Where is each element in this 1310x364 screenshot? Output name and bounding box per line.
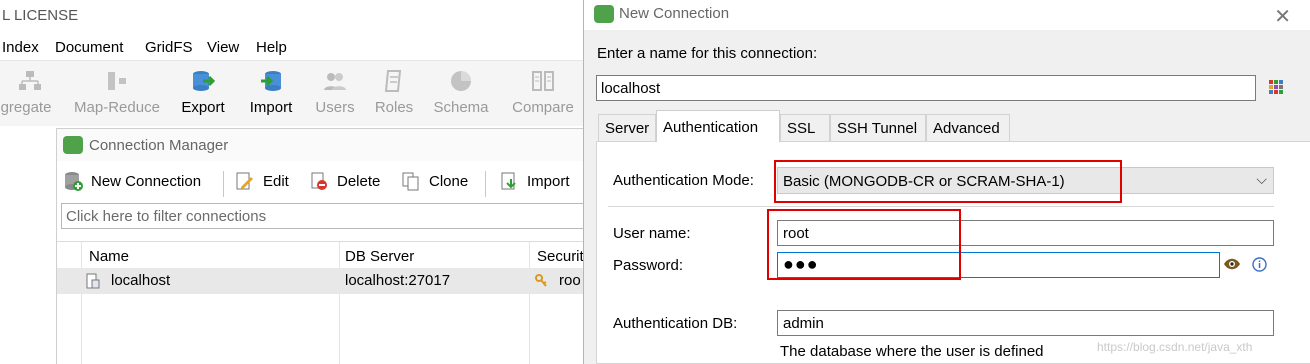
password-label: Password: [613, 257, 684, 274]
users-icon [324, 73, 346, 90]
tab-ssl[interactable]: SSL [780, 114, 830, 141]
pencil-icon [236, 172, 253, 190]
main-window-title: L LICENSE [2, 7, 79, 24]
row-security: roo [559, 272, 581, 289]
color-grid-icon[interactable] [1269, 80, 1283, 94]
auth-db-value: admin [783, 315, 824, 332]
tab-server[interactable]: Server [598, 114, 656, 141]
highlight-auth-mode [774, 160, 1122, 203]
close-icon[interactable]: ✕ [1274, 4, 1291, 29]
key-icon [535, 274, 547, 287]
username-label: User name: [613, 225, 691, 242]
menu-item-index[interactable]: Index [2, 39, 39, 56]
import-icon [501, 172, 516, 190]
aggregate-icon [19, 71, 41, 90]
main-window-titlebar: L LICENSE [0, 0, 590, 34]
connections-table: Name DB Server Securit localhost localho… [57, 241, 591, 364]
main-toolbar: gregate Map-Reduce Export Import Users R… [0, 60, 590, 126]
column-header-db-server[interactable]: DB Server [345, 248, 414, 265]
export-button[interactable]: Export [177, 65, 229, 123]
connection-manager-window: Connection Manager New Connection Edit D… [56, 128, 591, 364]
row-db-server: localhost:27017 [345, 272, 451, 289]
column-divider [81, 242, 82, 364]
filter-connections-input[interactable]: Click here to filter connections [61, 203, 591, 229]
compare-icon [532, 71, 554, 91]
map-reduce-icon [108, 72, 126, 90]
aggregate-button[interactable]: gregate [0, 65, 60, 123]
eye-icon[interactable] [1223, 257, 1241, 271]
chevron-down-icon: ⌵ [1256, 171, 1267, 187]
divider [608, 206, 1274, 207]
toolbar-divider [485, 171, 486, 197]
filter-placeholder: Click here to filter connections [66, 208, 267, 225]
delete-icon [311, 172, 327, 190]
import-icon [261, 71, 281, 91]
users-button[interactable]: Users [312, 65, 358, 123]
auth-db-label: Authentication DB: [613, 315, 738, 332]
column-header-name[interactable]: Name [89, 248, 129, 265]
connection-name-value: localhost [601, 80, 661, 97]
menu-item-document[interactable]: Document [55, 39, 123, 56]
roles-icon [384, 70, 402, 92]
menu-bar: Index Document GridFS View Help [0, 34, 590, 60]
edit-button[interactable]: Edit [235, 169, 297, 195]
new-connection-icon [65, 172, 83, 191]
mongo-leaf-icon [594, 5, 614, 23]
table-row[interactable]: localhost localhost:27017 roo [57, 268, 591, 294]
delete-button[interactable]: Delete [309, 169, 389, 195]
tab-advanced[interactable]: Advanced [926, 114, 1010, 141]
tab-ssh-tunnel[interactable]: SSH Tunnel [830, 114, 926, 141]
menu-item-gridfs[interactable]: GridFS [145, 39, 193, 56]
mongo-leaf-icon [63, 136, 83, 154]
auth-mode-label: Authentication Mode: [613, 172, 754, 189]
import-connection-button[interactable]: Import [499, 169, 579, 195]
dialog-title: New Connection [619, 5, 730, 22]
connection-manager-title: Connection Manager [89, 137, 229, 154]
schema-button[interactable]: Schema [431, 65, 491, 123]
tab-authentication[interactable]: Authentication [656, 110, 780, 142]
column-divider [529, 242, 530, 364]
menu-item-help[interactable]: Help [256, 39, 287, 56]
clone-icon [402, 172, 419, 191]
dialog-titlebar: New Connection ✕ [584, 0, 1310, 30]
map-reduce-button[interactable]: Map-Reduce [70, 65, 164, 123]
export-icon [193, 71, 215, 91]
connection-name-prompt: Enter a name for this connection: [597, 45, 818, 62]
column-divider [339, 242, 340, 364]
roles-button[interactable]: Roles [370, 65, 418, 123]
row-name: localhost [111, 272, 171, 289]
info-icon[interactable] [1252, 257, 1267, 272]
import-button[interactable]: Import [244, 65, 298, 123]
clone-button[interactable]: Clone [401, 169, 477, 195]
new-connection-button[interactable]: New Connection [63, 169, 213, 195]
highlight-credentials [767, 209, 961, 280]
watermark: https://blog.csdn.net/java_xth [1097, 340, 1253, 354]
auth-db-field[interactable]: admin [777, 310, 1274, 336]
schema-icon [451, 71, 471, 91]
menu-item-view[interactable]: View [207, 39, 239, 56]
auth-db-hint: The database where the user is defined [780, 343, 1044, 360]
server-icon [86, 273, 100, 289]
column-header-security[interactable]: Securit [537, 248, 584, 265]
compare-button[interactable]: Compare [507, 65, 579, 123]
connection-manager-titlebar: Connection Manager [57, 129, 591, 161]
connection-name-input[interactable]: localhost [596, 75, 1256, 101]
toolbar-divider [223, 171, 224, 197]
connection-manager-toolbar: New Connection Edit Delete Clone Import [57, 165, 591, 199]
